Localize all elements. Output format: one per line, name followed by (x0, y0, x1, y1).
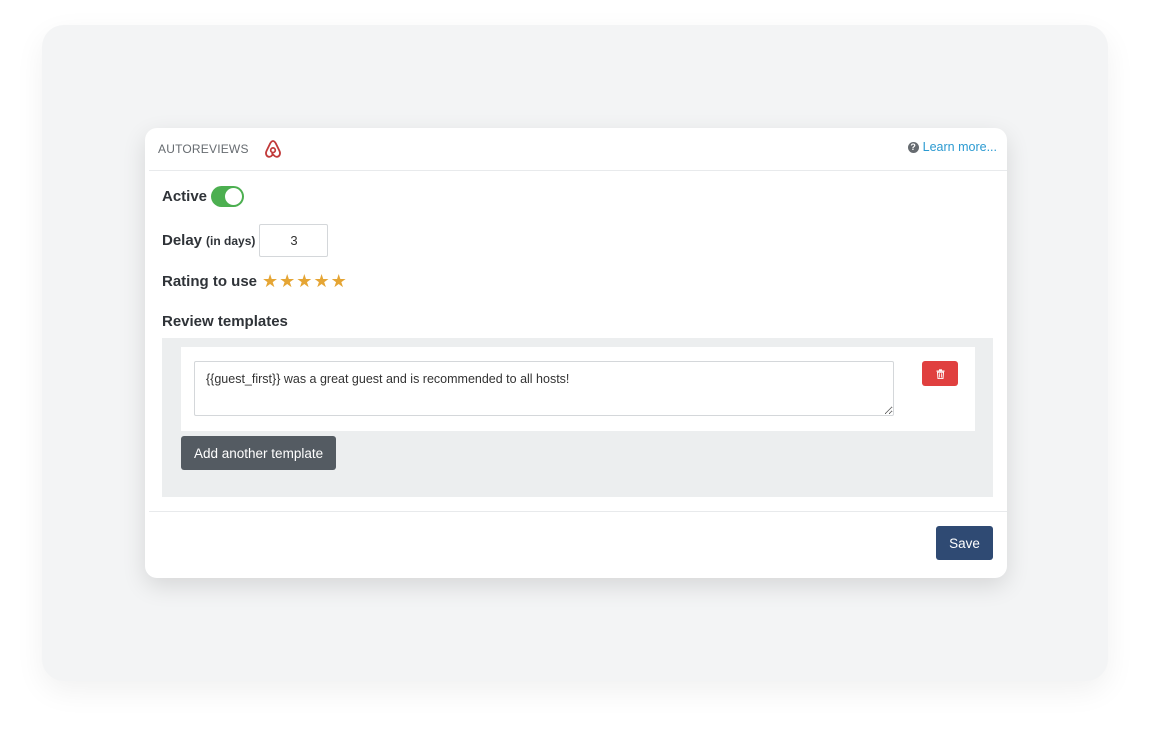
star-icon[interactable]: ★ (313, 272, 329, 290)
active-toggle[interactable] (211, 186, 245, 207)
rating-row: Rating to use ★ ★ ★ ★ ★ (162, 272, 347, 290)
star-icon[interactable]: ★ (331, 272, 347, 290)
star-rating: ★ ★ ★ ★ ★ (262, 272, 347, 290)
templates-panel: {{guest_first}} was a great guest and is… (162, 338, 993, 497)
autoreviews-card: AUTOREVIEWS ? Learn more... Active Delay… (145, 128, 1007, 578)
question-circle-icon: ? (907, 141, 919, 153)
card-title: AUTOREVIEWS (158, 142, 249, 156)
trash-icon (936, 368, 944, 379)
airbnb-icon (265, 140, 281, 158)
template-item: {{guest_first}} was a great guest and is… (181, 347, 975, 431)
star-icon[interactable]: ★ (296, 272, 312, 290)
star-icon[interactable]: ★ (279, 272, 295, 290)
footer-divider (149, 511, 1007, 512)
add-template-button[interactable]: Add another template (181, 436, 337, 470)
templates-heading: Review templates (162, 313, 288, 330)
active-row: Active (162, 186, 245, 207)
toggle-knob (225, 188, 243, 205)
active-label: Active (162, 188, 208, 205)
delay-input[interactable] (259, 224, 329, 257)
star-icon[interactable]: ★ (262, 272, 278, 290)
card-header: AUTOREVIEWS ? Learn more... (149, 128, 1007, 171)
delay-unit-label: (in days) (206, 233, 256, 248)
learn-more-link[interactable]: ? Learn more... (907, 140, 997, 154)
templates-heading-row: Review templates (162, 313, 288, 331)
template-textarea[interactable]: {{guest_first}} was a great guest and is… (194, 361, 894, 416)
learn-more-label: Learn more... (922, 140, 997, 154)
save-button[interactable]: Save (936, 526, 993, 560)
delete-template-button[interactable] (922, 361, 958, 386)
delay-row: Delay (in days) (162, 224, 329, 257)
delay-label: Delay (162, 232, 203, 249)
rating-label: Rating to use (162, 272, 258, 290)
